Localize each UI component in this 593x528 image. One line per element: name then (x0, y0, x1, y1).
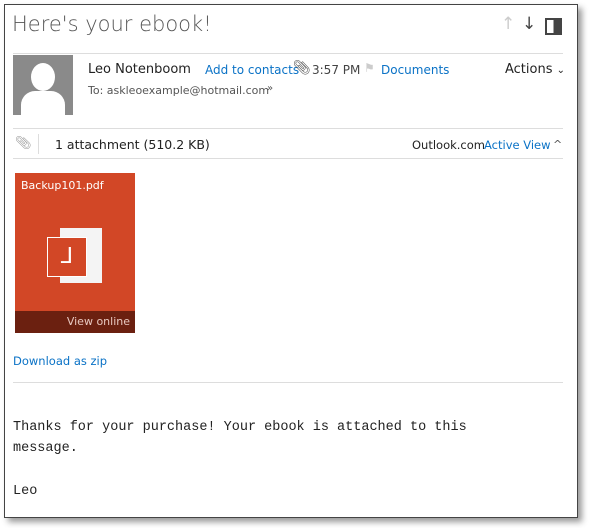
attachment-summary: 1 attachment (510.2 KB) (55, 137, 210, 152)
collapse-chevron-icon[interactable]: ^ (553, 138, 562, 151)
sent-time: 3:57 PM (312, 63, 361, 77)
actions-menu[interactable]: Actions ⌄ (505, 62, 565, 77)
popout-icon[interactable] (545, 18, 562, 35)
actions-label: Actions (505, 62, 553, 77)
expand-recipients-icon[interactable]: » (267, 83, 273, 94)
view-online-link[interactable]: View online (67, 315, 130, 328)
category-documents-link[interactable]: Documents (381, 63, 449, 77)
recipient-line: To: askleoexample@hotmail.com (88, 84, 270, 97)
add-to-contacts-link[interactable]: Add to contacts (205, 63, 299, 77)
sender-name[interactable]: Leo Notenboom (88, 62, 191, 77)
previous-arrow-icon[interactable]: ↑ (501, 14, 515, 34)
attachment-filename: Backup101.pdf (21, 179, 104, 192)
attachment-tile[interactable]: Backup101.pdf ⅃ View online (15, 173, 135, 333)
avatar (13, 55, 73, 115)
body-line-2: message. (13, 441, 78, 456)
attachment-icon: 📎︎ (15, 136, 32, 151)
download-zip-link[interactable]: Download as zip (13, 354, 107, 368)
chevron-down-icon: ⌄ (556, 65, 566, 76)
provider-label: Outlook.com (412, 138, 485, 152)
body-line-1: Thanks for your purchase! Your ebook is … (13, 420, 467, 435)
signature: Leo (13, 484, 38, 499)
email-subject: Here's your ebook! (12, 12, 212, 36)
next-arrow-icon[interactable]: ↓ (522, 14, 536, 34)
pdf-reader-icon: ⅃ (47, 237, 87, 277)
active-view-link[interactable]: Active View (484, 138, 551, 152)
paperclip-icon: 📎︎ (293, 60, 311, 76)
flag-icon[interactable]: ⚑ (364, 61, 375, 75)
